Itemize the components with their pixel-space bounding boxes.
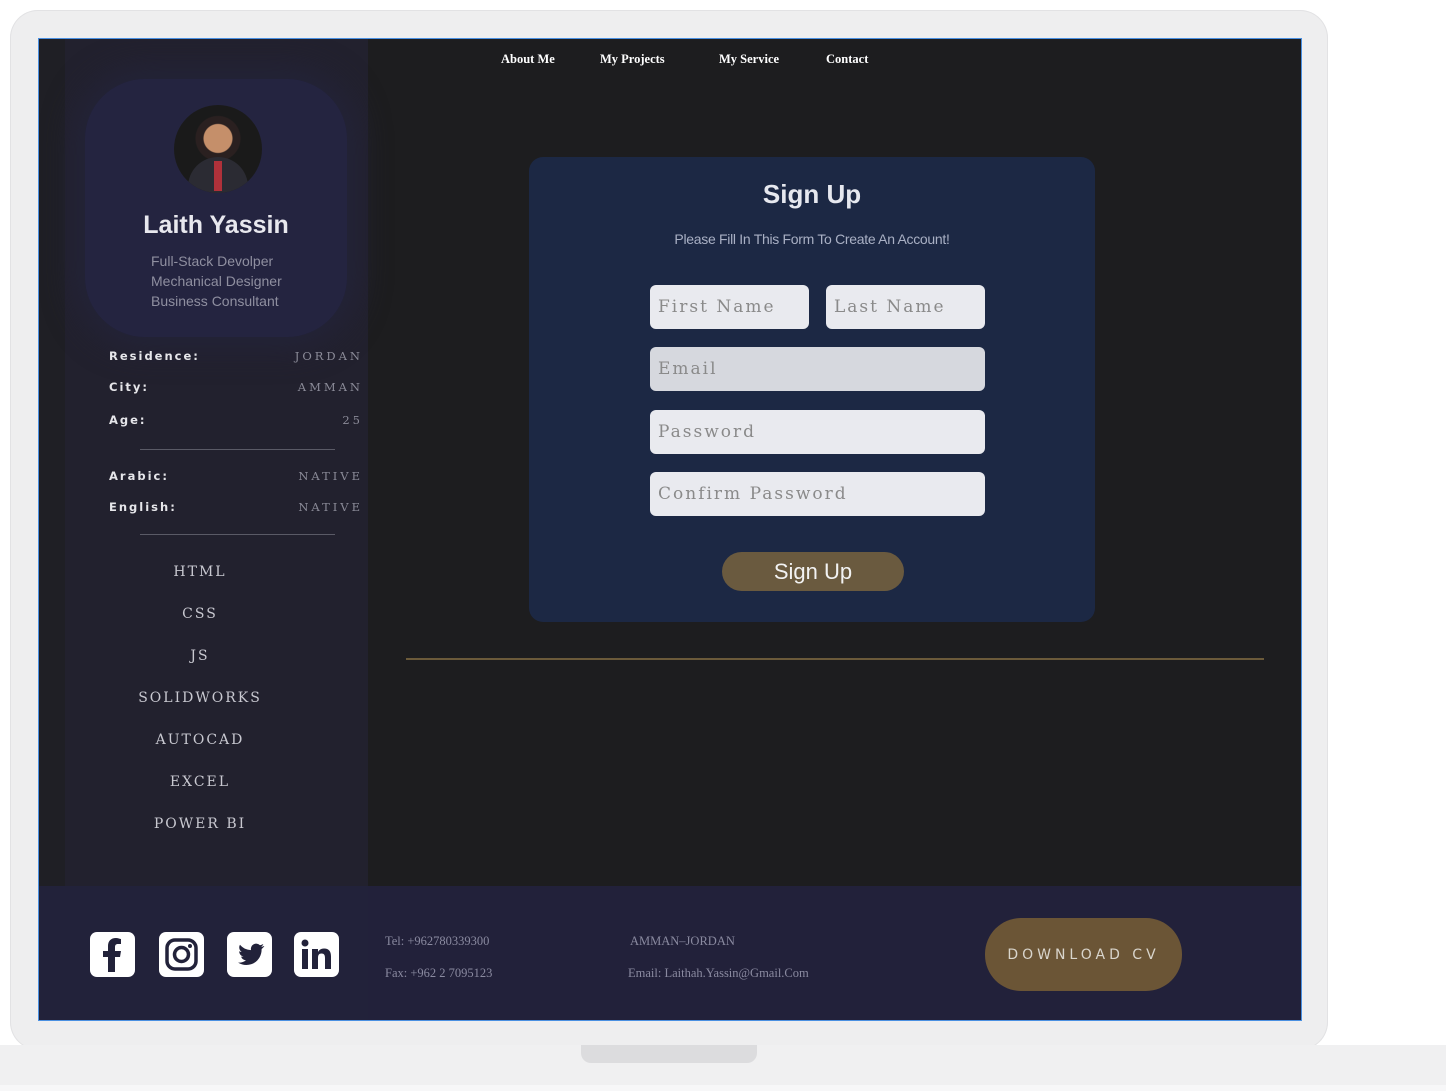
footer-email-link[interactable]: Laithah.Yassin@Gmail.Com	[664, 966, 808, 980]
section-divider	[406, 658, 1264, 660]
signup-card: Sign Up Please Fill In This Form To Crea…	[529, 157, 1095, 622]
info-row-age: Age: 25	[109, 413, 363, 433]
language-label: English:	[109, 500, 177, 514]
nav-about-me[interactable]: About Me	[501, 52, 555, 67]
screen: Laith Yassin Full-Stack Devolper Mechani…	[38, 38, 1302, 1021]
skill-item: HTML	[173, 564, 227, 580]
signup-subtitle: Please Fill In This Form To Create An Ac…	[674, 231, 950, 247]
facebook-icon[interactable]	[90, 932, 135, 977]
info-value: AMMAN	[297, 380, 363, 394]
info-label: Residence:	[109, 349, 200, 363]
nav-my-service[interactable]: My Service	[719, 52, 779, 67]
info-value: JORDAN	[294, 349, 363, 363]
twitter-icon[interactable]	[227, 932, 272, 977]
signup-button[interactable]: Sign Up	[722, 552, 904, 591]
nav-my-projects[interactable]: My Projects	[600, 52, 665, 67]
language-row-english: English: NATIVE	[109, 500, 363, 520]
role-item: Business Consultant	[151, 293, 279, 309]
footer-location: AMMAN–JORDAN	[630, 934, 735, 948]
info-value: 25	[342, 413, 363, 427]
last-name-field[interactable]	[826, 285, 985, 329]
confirm-password-field[interactable]	[650, 472, 985, 516]
avatar	[174, 105, 262, 193]
footer-email: Email: Laithah.Yassin@Gmail.Com	[628, 966, 809, 981]
info-label: Age:	[109, 413, 147, 427]
sidebar: Laith Yassin Full-Stack Devolper Mechani…	[65, 39, 368, 886]
skill-item: CSS	[182, 606, 218, 622]
divider	[140, 534, 335, 535]
laptop-notch	[581, 1045, 757, 1063]
divider	[140, 449, 335, 450]
laptop-base-edge	[0, 1085, 1446, 1091]
role-item: Mechanical Designer	[151, 273, 282, 289]
skill-item: EXCEL	[169, 774, 231, 790]
first-name-field[interactable]	[650, 285, 809, 329]
profile-name: Laith Yassin	[143, 211, 289, 239]
language-label: Arabic:	[109, 469, 169, 483]
info-row-city: City: AMMAN	[109, 380, 363, 400]
skill-item: AUTOCAD	[155, 732, 245, 748]
info-label: City:	[109, 380, 149, 394]
footer: Tel: +962780339300 Fax: +962 2 7095123 A…	[39, 886, 1301, 1020]
skill-item: SOLIDWORKS	[138, 690, 262, 706]
role-item: Full-Stack Devolper	[151, 253, 274, 269]
footer-tel: Tel: +962780339300	[385, 934, 490, 948]
signup-title: Sign Up	[762, 179, 862, 209]
instagram-icon[interactable]	[159, 932, 204, 977]
email-field[interactable]	[650, 347, 985, 391]
download-cv-button[interactable]: DOWNLOAD CV	[985, 918, 1182, 991]
footer-email-label: Email:	[628, 966, 662, 980]
footer-fax: Fax: +962 2 7095123	[385, 966, 493, 980]
skill-item: POWER BI	[153, 816, 247, 832]
left-strip	[39, 39, 65, 886]
skill-item: JS	[190, 648, 210, 664]
language-row-arabic: Arabic: NATIVE	[109, 469, 363, 489]
language-level: NATIVE	[298, 469, 363, 483]
profile-roles: Full-Stack Devolper Mechanical Designer …	[151, 251, 282, 311]
info-row-residence: Residence: JORDAN	[109, 349, 363, 369]
password-field[interactable]	[650, 410, 985, 454]
language-level: NATIVE	[298, 500, 363, 514]
nav-contact[interactable]: Contact	[826, 52, 868, 67]
linkedin-icon[interactable]	[294, 932, 339, 977]
